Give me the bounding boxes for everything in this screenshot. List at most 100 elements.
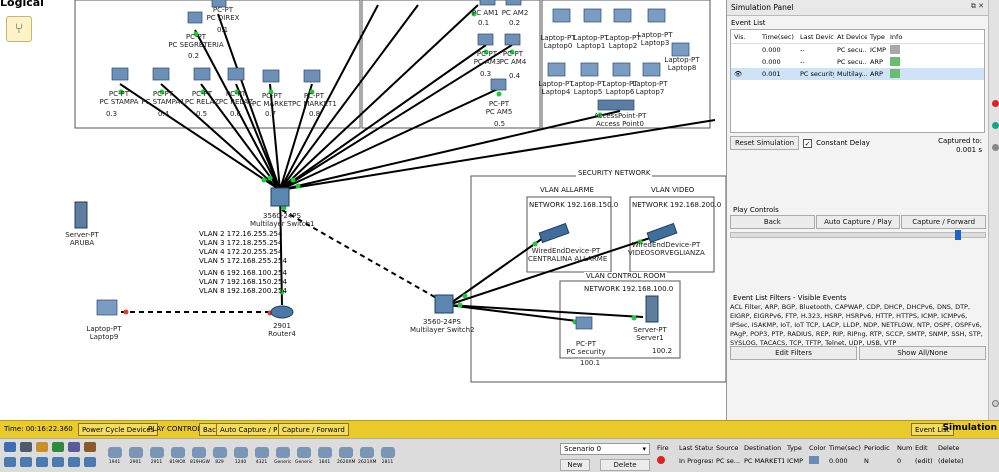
device-item[interactable]: 819HGW <box>190 447 210 465</box>
reset-simulation-button[interactable]: Reset Simulation <box>730 136 800 150</box>
pdu-row[interactable]: In Progress PC se... PC MARKET1 ICMP 0.0… <box>654 454 999 467</box>
event-color-swatch[interactable] <box>890 56 900 66</box>
device-item[interactable]: 1941 <box>106 447 123 465</box>
col-destination[interactable]: Destination <box>741 444 784 452</box>
pc-stampa1-ip: 0.4 <box>158 110 170 118</box>
device-item[interactable]: 1841 <box>316 447 333 465</box>
device-item[interactable]: 819IOX <box>169 447 186 465</box>
col-time[interactable]: Time(sec) <box>759 33 797 41</box>
col-last-device[interactable]: Last Device <box>797 33 834 41</box>
server1-icon[interactable] <box>645 295 659 323</box>
centralina-icon[interactable] <box>538 222 570 244</box>
simulation-mode-tab[interactable]: Simulation <box>943 423 998 433</box>
edit-filters-button[interactable]: Edit Filters <box>730 346 857 360</box>
speed-slider[interactable] <box>730 230 986 240</box>
device-item[interactable]: 2911 <box>148 447 165 465</box>
col-last-status[interactable]: Last Status <box>676 444 713 452</box>
end-devices-category-icon[interactable] <box>20 442 32 452</box>
zoom-icon[interactable] <box>992 400 999 407</box>
logical-workspace[interactable]: Logical ⑂ PC-PT PC DIREX 0.1 PC-PT PC SEGR… <box>0 0 726 420</box>
wireless-subcategory-icon[interactable] <box>52 457 64 467</box>
event-list-table[interactable]: Vis. Time(sec) Last Device At Device Typ… <box>730 29 985 133</box>
device-item[interactable]: 2811 <box>379 447 396 465</box>
event-row-selected[interactable]: 👁 0.001 PC security Multilay... ARP <box>731 68 984 80</box>
hubs-subcategory-icon[interactable] <box>36 457 48 467</box>
device-item[interactable]: 829 <box>211 447 228 465</box>
col-type[interactable]: Type <box>784 444 806 452</box>
scenario-select[interactable]: Scenario 0 ▾ <box>560 443 650 455</box>
security-subcategory-icon[interactable] <box>68 457 80 467</box>
event-color-swatch[interactable] <box>890 44 900 54</box>
switches-subcategory-icon[interactable] <box>20 457 32 467</box>
device-item[interactable]: 1240 <box>232 447 249 465</box>
multiuser-category-icon[interactable] <box>84 442 96 452</box>
vlan-list-top: VLAN 2 172.16.255.254 VLAN 3 172.18.255.… <box>199 230 287 265</box>
videosorveglianza-icon[interactable] <box>646 222 678 244</box>
device-item[interactable]: Generic <box>274 447 291 465</box>
resize-tool-icon[interactable] <box>992 144 999 151</box>
new-scenario-button[interactable]: New <box>560 459 590 471</box>
col-delete[interactable]: Delete <box>935 444 965 452</box>
pdu-edit-link[interactable]: (edit) <box>912 457 935 465</box>
col-vis[interactable]: Vis. <box>731 33 759 41</box>
panel-window-controls[interactable]: ⧉ ✕ <box>971 2 984 11</box>
event-list-header: Vis. Time(sec) Last Device At Device Typ… <box>731 30 984 44</box>
col-color[interactable]: Color <box>806 444 826 452</box>
auto-capture-play-button[interactable]: Auto Capture / Play <box>815 215 901 229</box>
router-icon <box>191 447 206 458</box>
connections-category-icon[interactable] <box>52 442 64 452</box>
pdu-delete-link[interactable]: (delete) <box>935 457 965 465</box>
delete-scenario-button[interactable]: Delete <box>600 459 650 471</box>
server-aruba-icon[interactable] <box>74 201 88 229</box>
device-item[interactable]: 2621XM <box>358 447 376 465</box>
device-item[interactable]: 2620XM <box>337 447 355 465</box>
visible-events-list: ACL Filter, ARP, BGP, Bluetooth, CAPWAP,… <box>730 303 983 347</box>
device-item[interactable]: 2901 <box>127 447 144 465</box>
col-type[interactable]: Type <box>867 33 887 41</box>
fire-icon[interactable] <box>657 455 665 464</box>
back-button[interactable]: Back <box>730 215 815 229</box>
event-row[interactable]: 0.000 -- PC secu... ICMP <box>731 44 984 56</box>
logical-tab[interactable]: Logical <box>0 0 44 9</box>
misc-category-icon[interactable] <box>68 442 80 452</box>
col-info[interactable]: Info <box>887 33 905 41</box>
multilayer-switch2-icon[interactable] <box>434 294 454 314</box>
logical-view-icon[interactable]: ⑂ <box>6 16 32 42</box>
show-all-none-button[interactable]: Show All/None <box>859 346 986 360</box>
event-filters-title: Event List Filters - Visible Events <box>733 294 847 302</box>
pc-am3-ip: 0.3 <box>480 70 492 78</box>
pdu-num: 0 <box>897 456 902 465</box>
note-tool-icon[interactable] <box>992 122 999 129</box>
col-periodic[interactable]: Periodic <box>861 444 894 452</box>
delete-tool-icon[interactable] <box>992 100 999 107</box>
device-item[interactable]: Generic <box>295 447 312 465</box>
pc-security-label: PC-PT PC security <box>566 340 606 356</box>
pc-market-ip: 0.7 <box>265 110 277 118</box>
event-row[interactable]: 0.000 -- PC secu... ARP <box>731 56 984 68</box>
filter-buttons: Edit Filters Show All/None <box>730 346 986 360</box>
col-fire[interactable]: Fire <box>654 444 676 452</box>
routers-subcategory-icon[interactable] <box>4 457 16 467</box>
bottom-capture-forward-button[interactable]: Capture / Forward <box>278 423 349 436</box>
col-at-device[interactable]: At Device <box>834 33 867 41</box>
router4-icon[interactable] <box>270 305 294 319</box>
network-devices-category-icon[interactable] <box>4 442 16 452</box>
pdu-list[interactable]: Fire Last Status Source Destination Type… <box>654 441 999 467</box>
speed-slider-thumb[interactable] <box>955 230 961 240</box>
simulation-panel: Simulation Panel ⧉ ✕ Event List Vis. Tim… <box>726 0 988 420</box>
col-time[interactable]: Time(sec) <box>826 444 861 452</box>
col-edit[interactable]: Edit <box>912 444 935 452</box>
wan-emulation-subcategory-icon[interactable] <box>84 457 96 467</box>
col-source[interactable]: Source <box>713 444 741 452</box>
event-color-swatch[interactable] <box>890 68 900 78</box>
capture-forward-button[interactable]: Capture / Forward <box>901 215 987 229</box>
pc-am1-label: PC AM1 <box>472 9 499 17</box>
multilayer-switch1-icon[interactable] <box>270 187 290 207</box>
constant-delay-checkbox[interactable]: ✓ <box>803 138 813 148</box>
device-item[interactable]: 4321 <box>253 447 270 465</box>
col-num[interactable]: Num <box>894 444 912 452</box>
event-at-device: PC secu... <box>837 46 867 54</box>
access-point-icon[interactable] <box>597 99 635 111</box>
components-category-icon[interactable] <box>36 442 48 452</box>
pc-am5-label: PC-PT PC AM5 <box>485 100 513 116</box>
